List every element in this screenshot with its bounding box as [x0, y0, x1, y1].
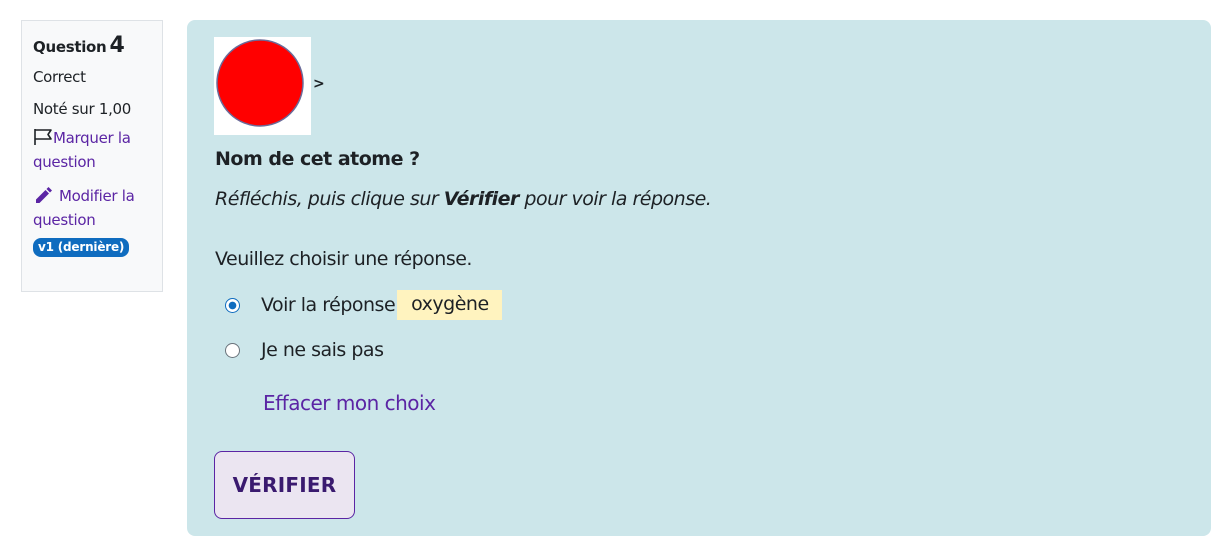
option-see-answer[interactable]: Voir la réponse oxygène [225, 290, 502, 320]
edit-question-link[interactable]: Modifier la question [33, 184, 152, 232]
instruction-prefix: Réfléchis, puis clique sur [215, 188, 444, 210]
question-title: Nom de cet atome ? [215, 148, 420, 170]
version-badge: v1 (dernière) [33, 238, 130, 257]
option-dont-know-label: Je ne sais pas [261, 339, 384, 361]
answer-highlight: oxygène [397, 290, 502, 320]
question-grade: Noté sur 1,00 [33, 100, 132, 118]
flag-question-link[interactable]: Marquer la question [33, 126, 152, 174]
question-number-heading: Question 4 [33, 33, 152, 58]
answer-prompt: Veuillez choisir une réponse. [215, 248, 472, 270]
question-content-panel: > Nom de cet atome ? Réfléchis, puis cli… [187, 20, 1211, 536]
option-dont-know[interactable]: Je ne sais pas [225, 339, 384, 361]
option-see-answer-label: Voir la réponse [261, 294, 396, 316]
check-button[interactable]: VÉRIFIER [214, 451, 355, 519]
clear-choice-link[interactable]: Effacer mon choix [263, 391, 436, 415]
question-number: 4 [109, 33, 125, 58]
question-info-panel: Question 4 Correct Noté sur 1,00 Marquer … [21, 20, 163, 292]
pencil-icon [36, 187, 52, 203]
question-state: Correct [33, 68, 86, 86]
atom-image [214, 37, 311, 135]
radio-dont-know[interactable] [225, 342, 240, 358]
instruction-suffix: pour voir la réponse. [518, 188, 712, 210]
red-circle-atom-icon [216, 39, 304, 127]
radio-see-answer[interactable] [225, 297, 240, 313]
instruction-bold: Vérifier [443, 188, 520, 210]
question-instruction: Réfléchis, puis clique sur Vérifier pour… [215, 188, 712, 210]
question-label: Question [33, 38, 107, 56]
flag-icon [34, 129, 52, 145]
arrow-text: > [313, 76, 325, 92]
